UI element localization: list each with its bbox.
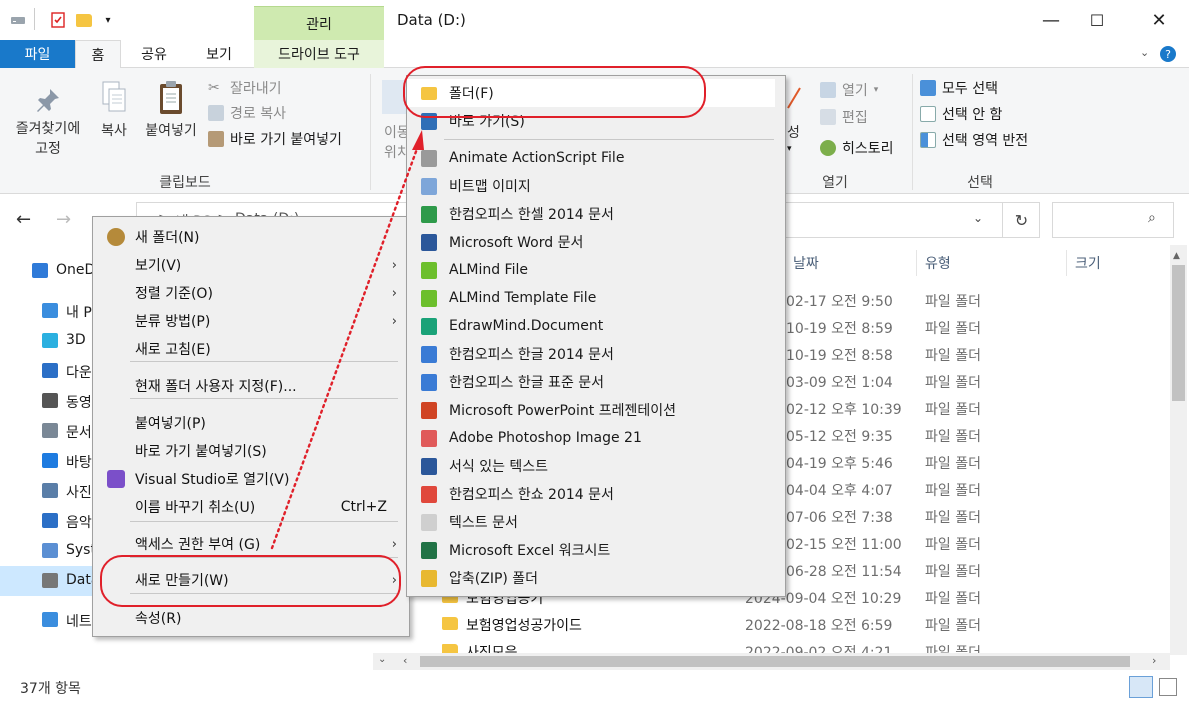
- annotation-arrow: [270, 130, 424, 550]
